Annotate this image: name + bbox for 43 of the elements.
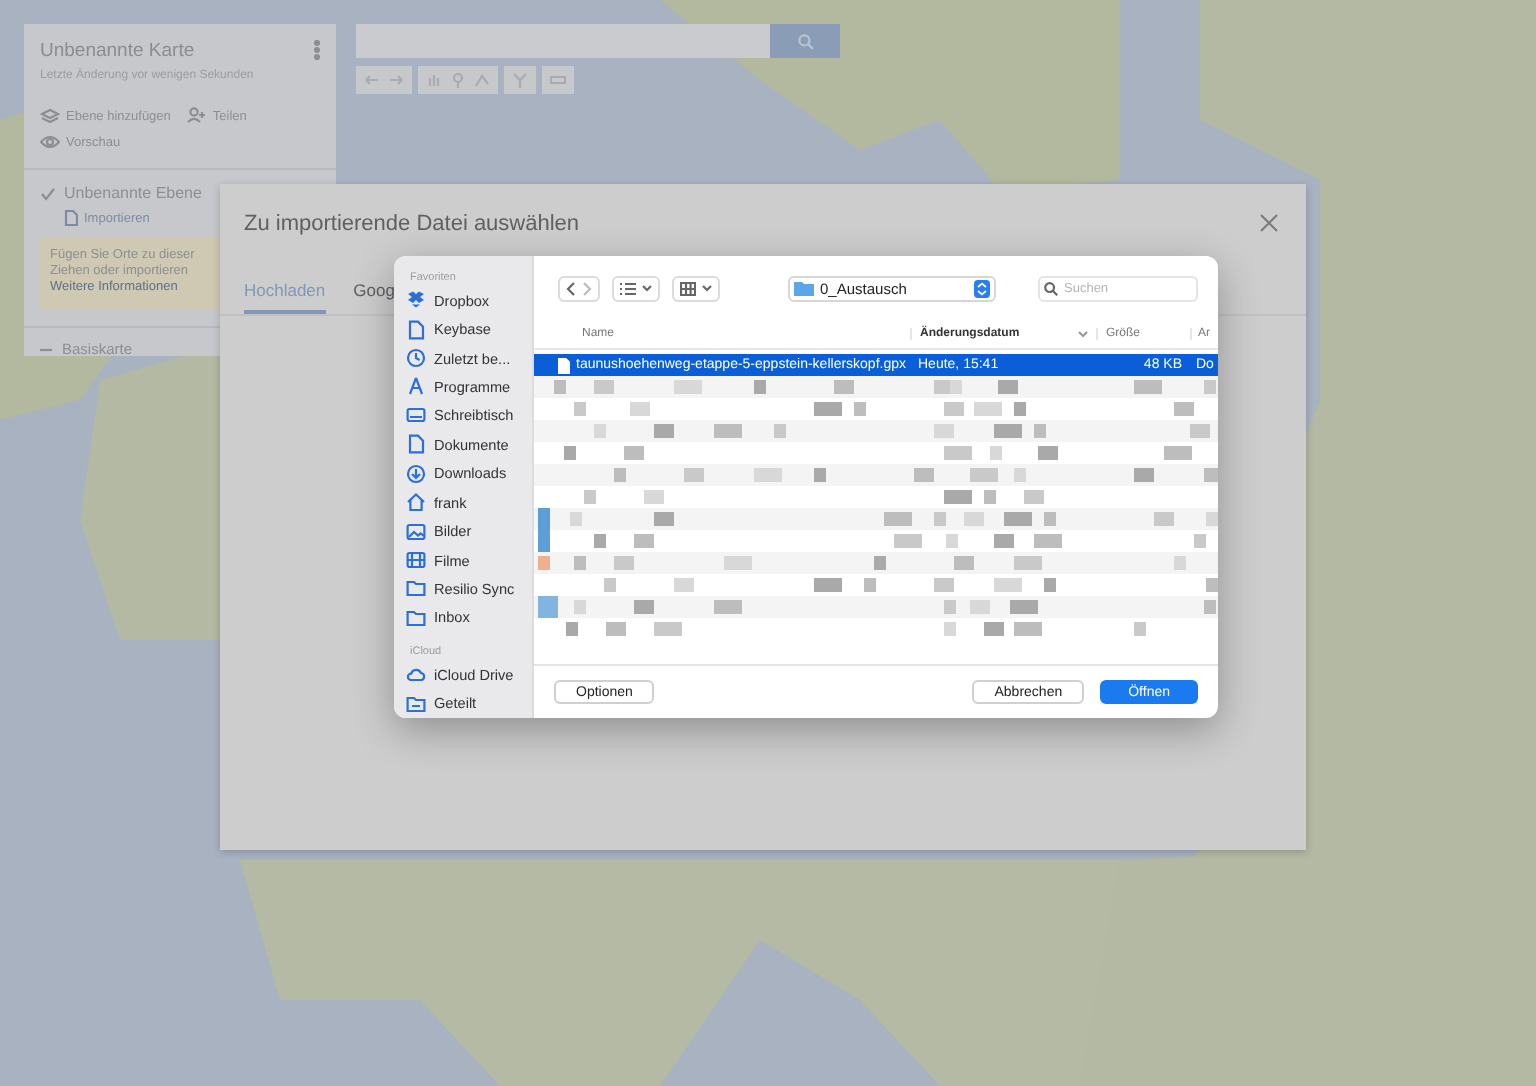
sort-chevron-icon xyxy=(1078,330,1088,338)
download-icon xyxy=(406,463,426,484)
more-options-icon xyxy=(314,40,320,62)
grid-view-button[interactable] xyxy=(672,275,720,301)
folder-icon xyxy=(794,280,814,296)
document-icon xyxy=(406,319,426,340)
search-icon xyxy=(1044,281,1058,295)
dialog-title: Zu importierende Datei auswählen xyxy=(244,211,580,235)
stepper-icon xyxy=(974,279,990,297)
undo-icon[interactable] xyxy=(364,72,380,88)
dialog-tab[interactable]: Goog xyxy=(353,278,395,314)
shared-folder-icon xyxy=(406,693,426,714)
folder-icon xyxy=(406,578,426,599)
file-icon xyxy=(558,357,570,373)
back-icon xyxy=(566,281,576,295)
list-icon xyxy=(620,281,636,295)
grid-icon xyxy=(680,281,696,295)
list-view-button[interactable] xyxy=(612,275,660,301)
document-icon xyxy=(406,434,426,455)
layers-icon xyxy=(40,106,60,126)
add-person-icon xyxy=(186,106,207,126)
check-icon xyxy=(40,185,56,201)
film-icon xyxy=(406,550,426,570)
house-icon xyxy=(406,492,426,513)
search-icon xyxy=(797,33,813,49)
picture-icon xyxy=(406,521,426,542)
back-forward-buttons[interactable] xyxy=(558,275,600,301)
document-icon xyxy=(64,210,78,226)
polyline-icon[interactable] xyxy=(474,72,490,88)
forward-icon xyxy=(582,281,592,295)
route-icon[interactable] xyxy=(512,72,528,88)
chevron-icon xyxy=(642,284,652,292)
cloud-icon xyxy=(406,664,426,685)
pin-icon[interactable] xyxy=(450,72,466,88)
eye-icon xyxy=(40,132,60,152)
search-button[interactable] xyxy=(770,24,840,58)
chevron-icon xyxy=(702,284,712,292)
folder-icon xyxy=(406,607,426,628)
clock-icon xyxy=(406,348,426,369)
map-search-field[interactable] xyxy=(356,24,770,58)
desktop-icon xyxy=(406,405,426,426)
box-icon xyxy=(406,290,426,311)
redo-icon[interactable] xyxy=(388,72,404,88)
